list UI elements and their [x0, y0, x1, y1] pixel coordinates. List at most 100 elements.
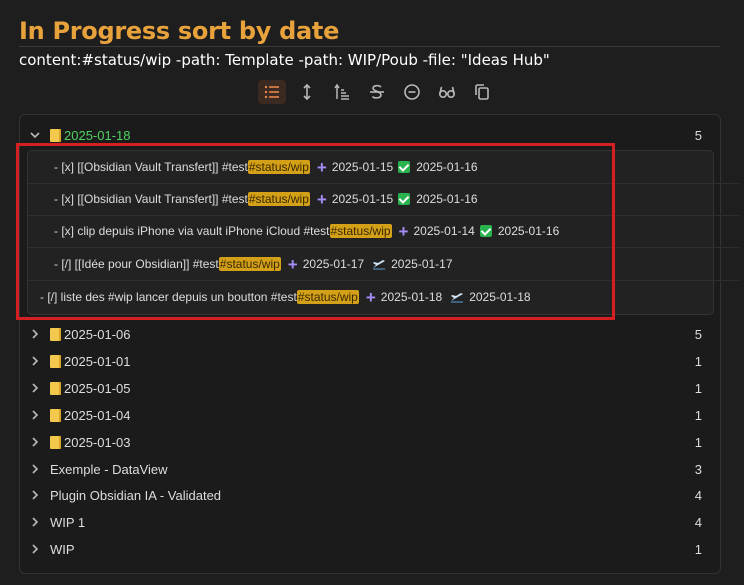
group-title[interactable]: Plugin Obsidian IA - Validated	[50, 488, 221, 503]
created-plus-icon: +	[365, 287, 376, 307]
done-date: 2025-01-16	[416, 160, 478, 174]
task-result-row[interactable]: - [x] clip depuis iPhone via vault iPhon…	[28, 215, 739, 248]
created-plus-icon: +	[316, 157, 327, 177]
created-plus-icon: +	[398, 221, 409, 241]
group-title[interactable]: 2025-01-03	[64, 435, 131, 450]
status-tag: #status/wip	[218, 257, 281, 271]
expand-vertical-icon	[303, 83, 311, 101]
page-title: In Progress sort by date	[19, 17, 340, 45]
result-group[interactable]: 2025-01-05 1	[20, 375, 720, 401]
title-divider	[19, 46, 720, 47]
group-title[interactable]: 2025-01-18	[64, 128, 131, 143]
chevron-right-icon[interactable]	[20, 355, 50, 367]
status-tag: #status/wip	[329, 224, 392, 238]
collapse-all-button[interactable]	[398, 80, 426, 104]
result-group[interactable]: 2025-01-06 5	[20, 321, 720, 347]
created-date: 2025-01-18	[380, 290, 443, 304]
chevron-right-icon[interactable]	[20, 409, 50, 421]
result-group[interactable]: 2025-01-04 1	[20, 402, 720, 428]
chevron-right-icon[interactable]	[20, 543, 50, 555]
airplane-icon	[451, 293, 464, 303]
minus-circle-icon	[404, 84, 420, 100]
task-result-row[interactable]: - [/] [[Idée pour Obsidian]] #test #stat…	[28, 248, 739, 281]
group-title[interactable]: 2025-01-06	[64, 327, 131, 342]
list-icon	[264, 85, 279, 99]
task-text: - [x] [[Obsidian Vault Transfert]] #test	[54, 192, 248, 206]
chevron-right-icon[interactable]	[20, 463, 50, 475]
match-count: 4	[694, 514, 702, 530]
match-count: 1	[694, 407, 702, 423]
search-query: content:#status/wip -path: Template -pat…	[19, 51, 550, 69]
created-plus-icon: +	[287, 254, 298, 274]
show-more-context-button[interactable]	[433, 80, 461, 104]
done-date: 2025-01-16	[497, 224, 560, 238]
match-count: 5	[694, 326, 702, 342]
created-date: 2025-01-15	[331, 192, 394, 206]
chevron-right-icon[interactable]	[20, 328, 50, 340]
group-title[interactable]: WIP 1	[50, 515, 85, 530]
match-count: 5	[694, 127, 702, 143]
match-count: 1	[694, 434, 702, 450]
created-date: 2025-01-15	[331, 160, 394, 174]
task-result-row[interactable]: - [x] [[Obsidian Vault Transfert]] #test…	[28, 183, 739, 216]
airplane-icon	[373, 260, 386, 270]
task-text: - [x] [[Obsidian Vault Transfert]] #test	[54, 160, 248, 174]
check-icon	[398, 193, 411, 205]
check-icon	[479, 225, 492, 237]
task-result-row[interactable]: - [x] [[Obsidian Vault Transfert]] #test…	[28, 151, 739, 184]
created-plus-icon: +	[316, 189, 327, 209]
results-toolbar	[258, 80, 496, 104]
match-count: 1	[694, 353, 702, 369]
group-title[interactable]: 2025-01-01	[64, 354, 131, 369]
chevron-right-icon[interactable]	[20, 436, 50, 448]
note-icon	[50, 128, 61, 142]
note-icon	[50, 381, 61, 395]
result-group[interactable]: WIP 1 4	[20, 509, 720, 535]
note-icon	[50, 435, 61, 449]
chevron-down-icon[interactable]	[20, 129, 50, 141]
chevron-right-icon[interactable]	[20, 489, 50, 501]
strikethrough-button[interactable]	[363, 80, 391, 104]
created-date: 2025-01-17	[302, 257, 365, 271]
match-count: 1	[694, 380, 702, 396]
match-count: 1	[694, 541, 702, 557]
note-icon	[50, 408, 61, 422]
result-group[interactable]: Plugin Obsidian IA - Validated 4	[20, 482, 720, 508]
status-tag: #status/wip	[247, 160, 310, 174]
task-text: - [/] liste des #wip lancer depuis un bo…	[40, 290, 297, 304]
chevron-right-icon[interactable]	[20, 382, 50, 394]
done-date: 2025-01-16	[416, 192, 478, 206]
chevron-right-icon[interactable]	[20, 516, 50, 528]
created-date: 2025-01-14	[413, 224, 475, 238]
match-count: 3	[694, 461, 702, 477]
group-title[interactable]: 2025-01-04	[64, 408, 131, 423]
result-group[interactable]: 2025-01-01 1	[20, 348, 720, 374]
scheduled-date: 2025-01-18	[469, 290, 531, 304]
match-count: 4	[694, 487, 702, 503]
sort-button[interactable]	[328, 80, 356, 104]
scheduled-date: 2025-01-17	[391, 257, 453, 271]
group-title[interactable]: Exemple - DataView	[50, 462, 168, 477]
copy-results-button[interactable]	[468, 80, 496, 104]
check-icon	[398, 161, 411, 173]
task-results-list: - [x] [[Obsidian Vault Transfert]] #test…	[27, 150, 739, 315]
copy-icon	[475, 84, 489, 100]
status-tag: #status/wip	[247, 192, 310, 206]
result-group[interactable]: 2025-01-03 1	[20, 429, 720, 455]
group-title[interactable]: WIP	[50, 542, 75, 557]
task-result-row[interactable]: - [/] liste des #wip lancer depuis un bo…	[28, 281, 725, 313]
result-group-2025-01-18[interactable]: 2025-01-18 5	[20, 122, 720, 148]
sort-icon	[334, 83, 349, 100]
strikethrough-icon	[370, 84, 384, 99]
status-tag: #status/wip	[296, 290, 359, 304]
note-icon	[50, 327, 61, 341]
result-group[interactable]: WIP 1	[20, 536, 720, 562]
group-title[interactable]: 2025-01-05	[64, 381, 131, 396]
search-results-panel: 2025-01-18 5 - [x] [[Obsidian Vault Tran…	[19, 114, 739, 574]
toggle-list-button[interactable]	[258, 80, 286, 104]
note-icon	[50, 354, 61, 368]
task-text: - [/] [[Idée pour Obsidian]] #test	[54, 257, 219, 271]
task-text: - [x] clip depuis iPhone via vault iPhon…	[54, 224, 330, 238]
result-group[interactable]: Exemple - DataView 3	[20, 456, 720, 482]
expand-collapse-button[interactable]	[293, 80, 321, 104]
